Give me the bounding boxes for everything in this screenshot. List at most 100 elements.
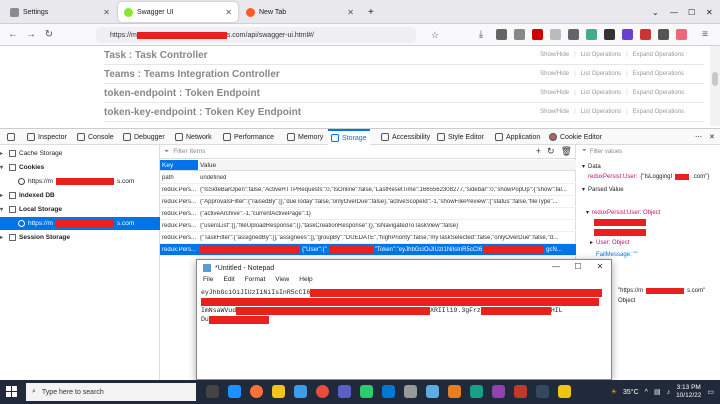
tab-inspector[interactable]: Inspector (24, 129, 70, 145)
tab-performance[interactable]: Performance (220, 129, 277, 145)
tree-indexed-db[interactable]: ▸ Indexed DB (0, 189, 160, 202)
resource-title[interactable]: token-endpoint : Token Endpoint (104, 88, 260, 99)
list-operations-link[interactable]: List Operations (581, 90, 621, 96)
tab-new-tab[interactable]: New Tab ✕ (240, 2, 360, 22)
edge-icon[interactable] (228, 385, 241, 398)
tree-local-storage[interactable]: ▾ Local Storage (0, 203, 160, 216)
app-icon[interactable] (294, 385, 307, 398)
extension-icon[interactable] (586, 29, 597, 40)
resource-title[interactable]: Task : Task Controller (104, 50, 208, 61)
tab-debugger[interactable]: Debugger (120, 129, 168, 145)
extension-icon[interactable] (604, 29, 615, 40)
download-icon[interactable]: ⤓ (474, 28, 488, 42)
extension-icon[interactable] (568, 29, 579, 40)
notepad-title-bar[interactable]: *Untitled - Notepad — ☐ ✕ (197, 260, 611, 276)
menu-format[interactable]: Format (245, 276, 266, 287)
app-icon[interactable] (536, 385, 549, 398)
devtools-close-icon[interactable]: ✕ (706, 129, 718, 145)
tab-cookie-editor[interactable]: Cookie Editor (546, 129, 605, 145)
extension-icon[interactable] (676, 29, 687, 40)
weather-icon[interactable]: ☀ (611, 388, 617, 396)
library-icon[interactable] (496, 29, 507, 40)
close-tab-icon[interactable]: ✕ (225, 8, 232, 17)
vscode-icon[interactable] (382, 385, 395, 398)
menu-help[interactable]: Help (299, 276, 312, 287)
url-bar[interactable]: https://m s.com/api/swagger-ui.html#/ (96, 27, 416, 43)
scrollbar-thumb[interactable] (712, 72, 718, 86)
tab-accessibility[interactable]: Accessibility (378, 129, 433, 145)
task-view-icon[interactable] (206, 385, 219, 398)
tray-chevron-icon[interactable]: ^ (645, 389, 648, 396)
collapse-caret-icon[interactable]: ▾ (0, 164, 6, 171)
menu-icon[interactable]: ≡ (698, 28, 712, 42)
filter-items-input[interactable]: Filter Items (173, 148, 205, 155)
show-hide-link[interactable]: Show/Hide (540, 90, 569, 96)
firefox-icon[interactable] (250, 385, 263, 398)
expand-caret-icon[interactable]: ▸ (0, 234, 6, 241)
refresh-icon[interactable]: ↻ (547, 146, 555, 157)
show-hide-link[interactable]: Show/Hide (540, 71, 569, 77)
parsed-section-header[interactable]: ▾ Parsed Value (582, 186, 624, 194)
table-row[interactable]: path undefined (160, 172, 576, 184)
app-icon[interactable] (404, 385, 417, 398)
file-explorer-icon[interactable] (272, 385, 285, 398)
back-arrow-icon[interactable]: ← (6, 28, 20, 42)
tab-storage[interactable]: Storage (328, 129, 370, 145)
volume-icon[interactable]: ♪ (667, 389, 671, 396)
list-operations-link[interactable]: List Operations (581, 71, 621, 77)
table-row[interactable]: redux.Pers... {"ApprovalsFilter":{"raise… (160, 196, 576, 208)
data-entry[interactable]: reduxPersist:User: {"IsLoggingI .com"} (588, 174, 709, 180)
forward-arrow-icon[interactable]: → (24, 28, 38, 42)
swagger-resource-row[interactable]: Teams : Teams Integration Controller Sho… (104, 65, 704, 84)
list-operations-link[interactable]: List Operations (581, 109, 621, 115)
expand-caret-icon[interactable]: ▸ (0, 150, 6, 157)
star-icon[interactable]: ☆ (428, 28, 442, 42)
parsed-object-node[interactable]: ▾ reduxPersist:User: Object (586, 209, 660, 217)
table-row[interactable]: redux.Pers... {"TaskFilter":{"assignedBy… (160, 232, 576, 244)
filter-values-bar[interactable]: ⏷ Filter values (582, 148, 622, 155)
close-tab-icon[interactable]: ✕ (347, 8, 354, 17)
filter-values-input[interactable]: Filter values (590, 149, 622, 155)
fail-message-entry[interactable]: FailMessage: "" (596, 252, 638, 258)
swagger-resource-row[interactable]: token-key-endpoint : Token Key Endpoint … (104, 103, 704, 122)
show-hide-link[interactable]: Show/Hide (540, 109, 569, 115)
column-header-key[interactable]: Key (160, 160, 198, 171)
maximize-window-icon[interactable]: ☐ (682, 2, 701, 22)
reload-icon[interactable]: ↻ (42, 28, 56, 42)
app-icon[interactable] (514, 385, 527, 398)
close-icon[interactable]: ✕ (593, 262, 607, 274)
filter-items-bar[interactable]: ⏷ Filter Items + ↻ 🗑 (160, 145, 576, 159)
expand-caret-icon[interactable]: ▸ (0, 192, 6, 199)
tab-settings[interactable]: Settings ✕ (4, 2, 116, 22)
tree-cookies[interactable]: ▾ Cookies (0, 161, 160, 174)
taskbar-search-box[interactable]: ⌕ Type here to search (26, 383, 196, 401)
tree-cache-storage[interactable]: ▸ Cache Storage (0, 147, 160, 160)
extension-icon[interactable] (622, 29, 633, 40)
app-icon[interactable] (470, 385, 483, 398)
menu-file[interactable]: File (203, 276, 213, 287)
app-icon[interactable] (360, 385, 373, 398)
tab-style-editor[interactable]: Style Editor (434, 129, 487, 145)
expand-operations-link[interactable]: Expand Operations (633, 109, 684, 115)
extension-icon[interactable] (550, 29, 561, 40)
menu-view[interactable]: View (275, 276, 289, 287)
tab-swagger[interactable]: Swagger UI ✕ (118, 2, 238, 22)
temperature[interactable]: 35°C (623, 389, 639, 396)
tab-memory[interactable]: Memory (284, 129, 326, 145)
https-value-entry[interactable]: "https://m s.com" (618, 288, 705, 294)
expand-operations-link[interactable]: Expand Operations (633, 52, 684, 58)
maximize-icon[interactable]: ☐ (571, 262, 585, 274)
extension-icon[interactable] (514, 29, 525, 40)
data-section-header[interactable]: ▾ Data (582, 163, 601, 171)
table-row[interactable]: redux.Pers... {"usersList":[],"fileUploa… (160, 220, 576, 232)
collapse-caret-icon[interactable]: ▾ (0, 206, 6, 213)
clock[interactable]: 3:13 PM 10/12/22 (676, 384, 701, 400)
add-item-icon[interactable]: + (536, 146, 541, 157)
list-operations-link[interactable]: List Operations (581, 52, 621, 58)
app-icon[interactable] (448, 385, 461, 398)
user-object-node[interactable]: ▸ User: Object (590, 239, 629, 247)
swagger-resource-row[interactable]: Task : Task Controller Show/Hide | List O… (104, 46, 704, 65)
show-hide-link[interactable]: Show/Hide (540, 52, 569, 58)
extension-icon[interactable] (658, 29, 669, 40)
table-row[interactable]: redux.Pers... {"IsSideBarOpen":false,"Ac… (160, 184, 576, 196)
